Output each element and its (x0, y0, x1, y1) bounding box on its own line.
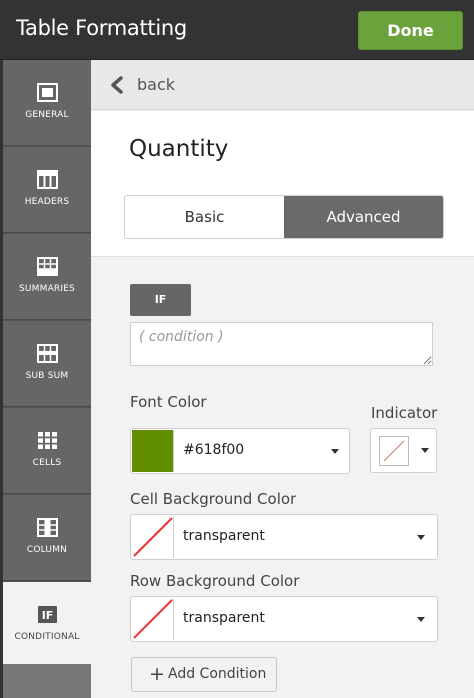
row-background-label: Row Background Color (130, 572, 300, 590)
sidebar-item-headers[interactable]: HEADERS (3, 147, 91, 233)
cell-background-swatch (132, 516, 174, 558)
cells-icon (38, 432, 57, 449)
font-color-label: Font Color (130, 393, 207, 411)
sidebar-item-label: CELLS (32, 458, 62, 468)
if-badge[interactable]: IF (130, 284, 191, 316)
sidebar-item-general[interactable]: GENERAL (3, 60, 91, 146)
headers-icon (37, 170, 58, 189)
column-icon (37, 518, 58, 537)
chevron-down-icon (417, 617, 425, 622)
sidebar-item-column[interactable]: COLUMN (3, 495, 91, 581)
conditional-icon: IF (38, 606, 57, 623)
plus-icon: + (149, 663, 165, 685)
condition-input[interactable] (130, 322, 433, 366)
add-condition-label: Add Condition (168, 666, 267, 682)
sidebar-item-summaries[interactable]: SUMMARIES (3, 234, 91, 320)
chevron-down-icon (421, 448, 429, 453)
sidebar-item-label: HEADERS (24, 197, 70, 207)
svg-text:IF: IF (42, 609, 54, 622)
sidebar-item-label: GENERAL (25, 110, 69, 120)
cell-background-label: Cell Background Color (130, 490, 297, 508)
chevron-left-icon (111, 76, 123, 94)
sidebar: GENERAL HEADERS SUMMARIES SUB SUM CELLS … (0, 60, 91, 698)
general-icon (37, 83, 58, 102)
sub-sum-icon (37, 344, 58, 363)
tab-basic[interactable]: Basic (125, 196, 284, 238)
no-color-icon (133, 517, 173, 557)
sidebar-item-label: SUMMARIES (18, 284, 76, 294)
indicator-swatch (379, 436, 409, 466)
row-background-swatch (132, 598, 174, 640)
indicator-select[interactable] (370, 428, 437, 473)
sidebar-item-more[interactable] (3, 664, 91, 698)
no-color-icon (383, 440, 405, 462)
font-color-select[interactable]: #618f00 (130, 428, 350, 474)
chevron-down-icon (331, 449, 339, 454)
sidebar-item-label: COLUMN (26, 545, 68, 555)
top-bar: Table Formatting Done (0, 0, 474, 60)
mode-toggle: Basic Advanced (124, 195, 444, 239)
indicator-label: Indicator (371, 404, 438, 422)
chevron-down-icon (417, 535, 425, 540)
no-color-icon (133, 599, 173, 639)
field-header: Quantity Basic Advanced (91, 111, 474, 257)
font-color-value: #618f00 (183, 442, 245, 458)
add-condition-button[interactable]: + Add Condition (131, 657, 277, 692)
tab-advanced[interactable]: Advanced (284, 196, 443, 238)
font-color-swatch (132, 430, 174, 472)
panel-title: Table Formatting (16, 16, 187, 40)
sidebar-item-label: CONDITIONAL (14, 632, 80, 642)
row-background-value: transparent (183, 610, 265, 626)
sidebar-item-conditional[interactable]: IF CONDITIONAL (3, 582, 91, 668)
back-bar[interactable]: back (91, 60, 474, 110)
field-title: Quantity (129, 136, 229, 162)
cell-background-value: transparent (183, 528, 265, 544)
summaries-icon (37, 257, 58, 276)
main-panel: back Quantity Basic Advanced IF Font Col… (91, 60, 474, 698)
sidebar-item-cells[interactable]: CELLS (3, 408, 91, 494)
sidebar-item-label: SUB SUM (25, 371, 69, 381)
cell-background-select[interactable]: transparent (130, 514, 438, 560)
back-link[interactable]: back (137, 75, 175, 94)
done-button[interactable]: Done (358, 11, 463, 50)
sidebar-item-sub-sum[interactable]: SUB SUM (3, 321, 91, 407)
row-background-select[interactable]: transparent (130, 596, 438, 642)
